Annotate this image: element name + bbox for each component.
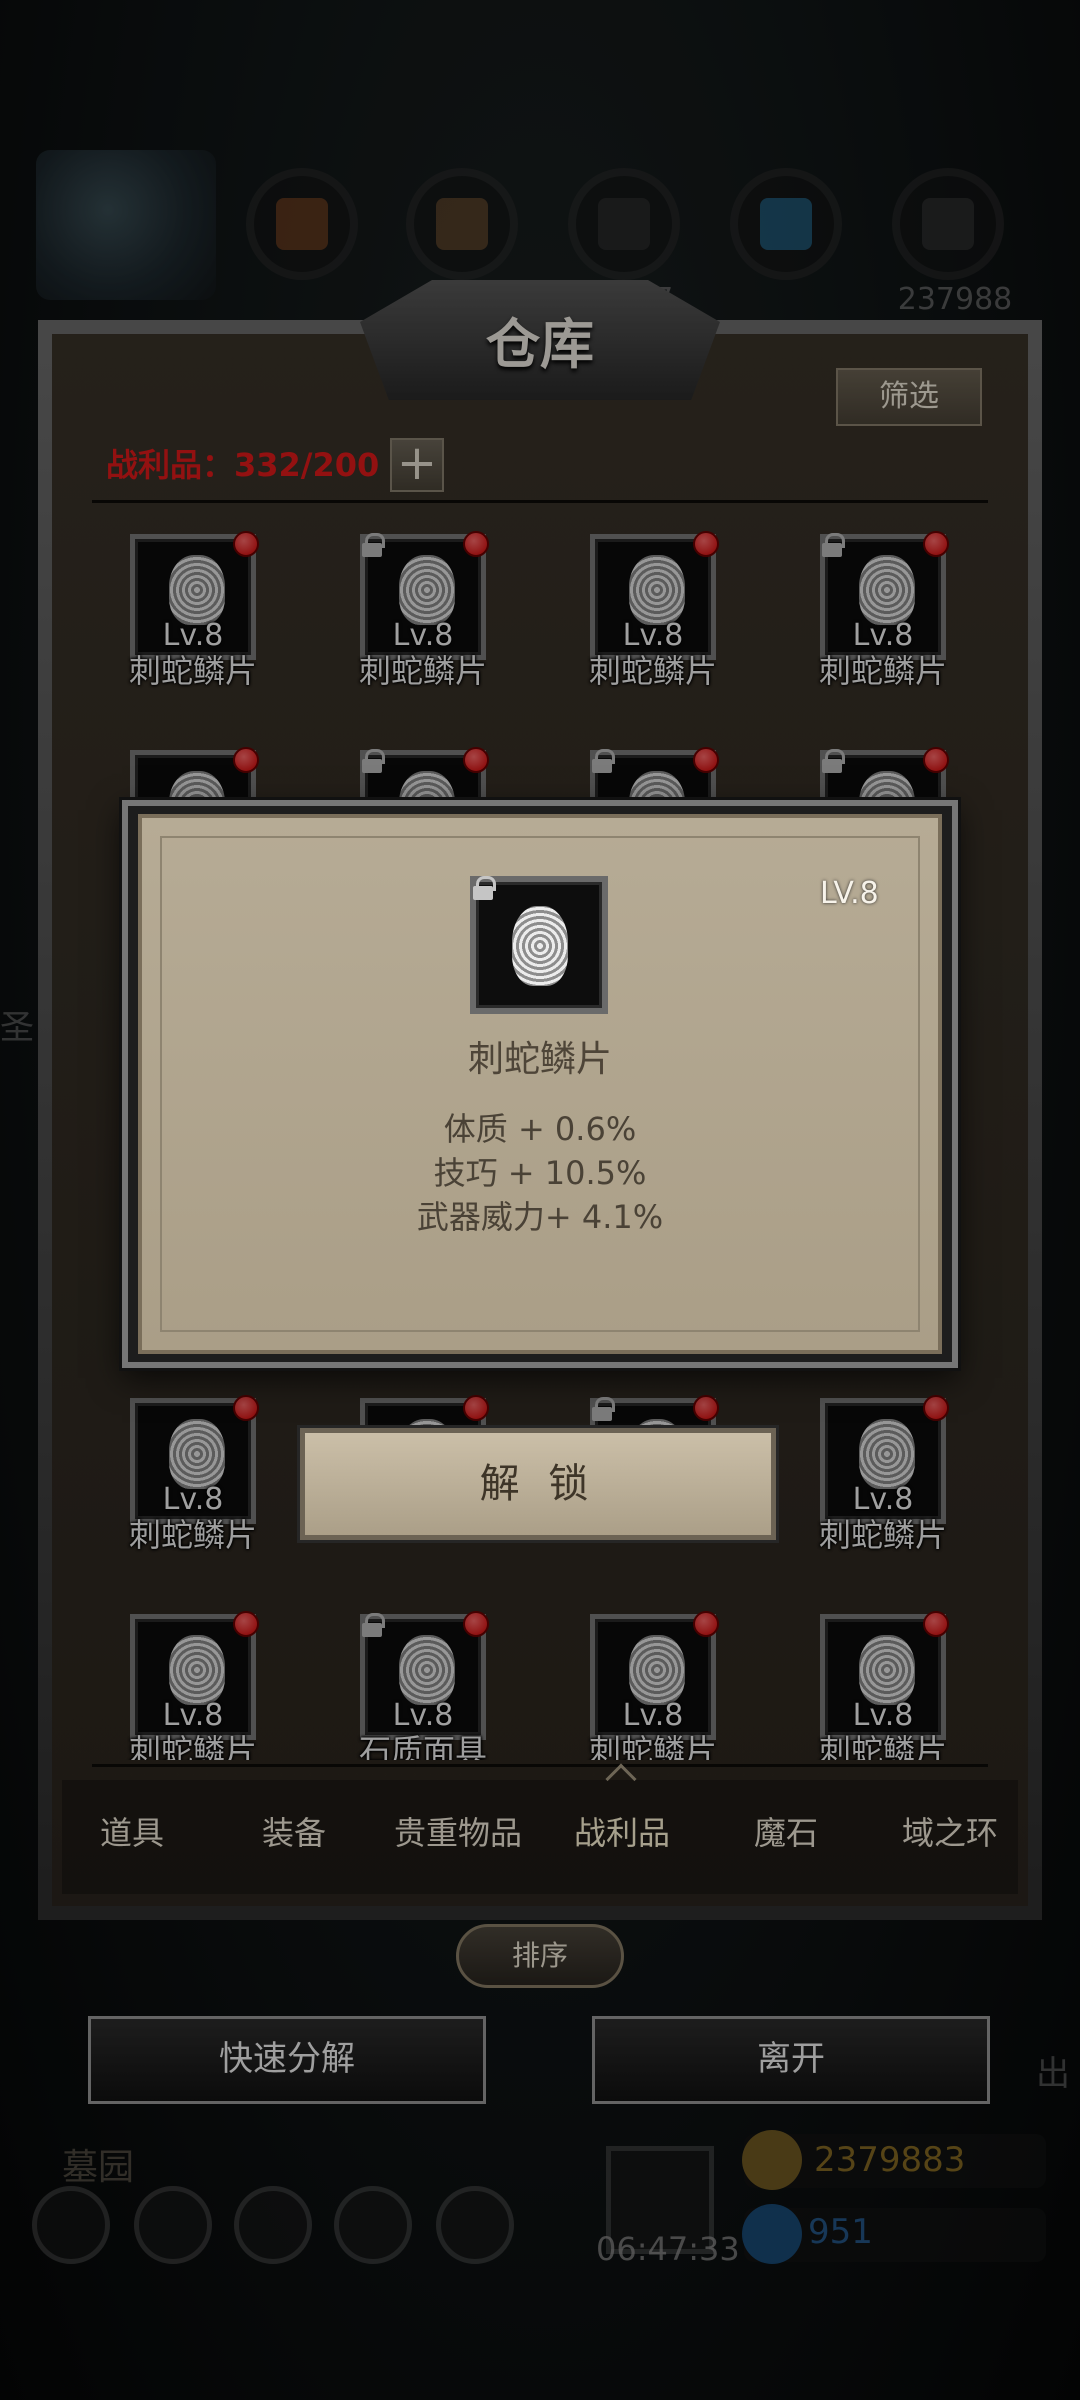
scale-icon (512, 906, 568, 986)
item-icon (470, 876, 608, 1014)
lock-icon (472, 876, 496, 900)
item-stat: 技巧 + 10.5% (433, 1154, 647, 1192)
item-name: 刺蛇鳞片 (467, 1039, 612, 1080)
unlock-button[interactable]: 解 锁 (300, 1428, 776, 1540)
item-stat: 体质 + 0.6% (443, 1110, 637, 1148)
item-level: LV.8 (820, 876, 879, 911)
item-stat: 武器威力+ 4.1% (416, 1198, 664, 1236)
